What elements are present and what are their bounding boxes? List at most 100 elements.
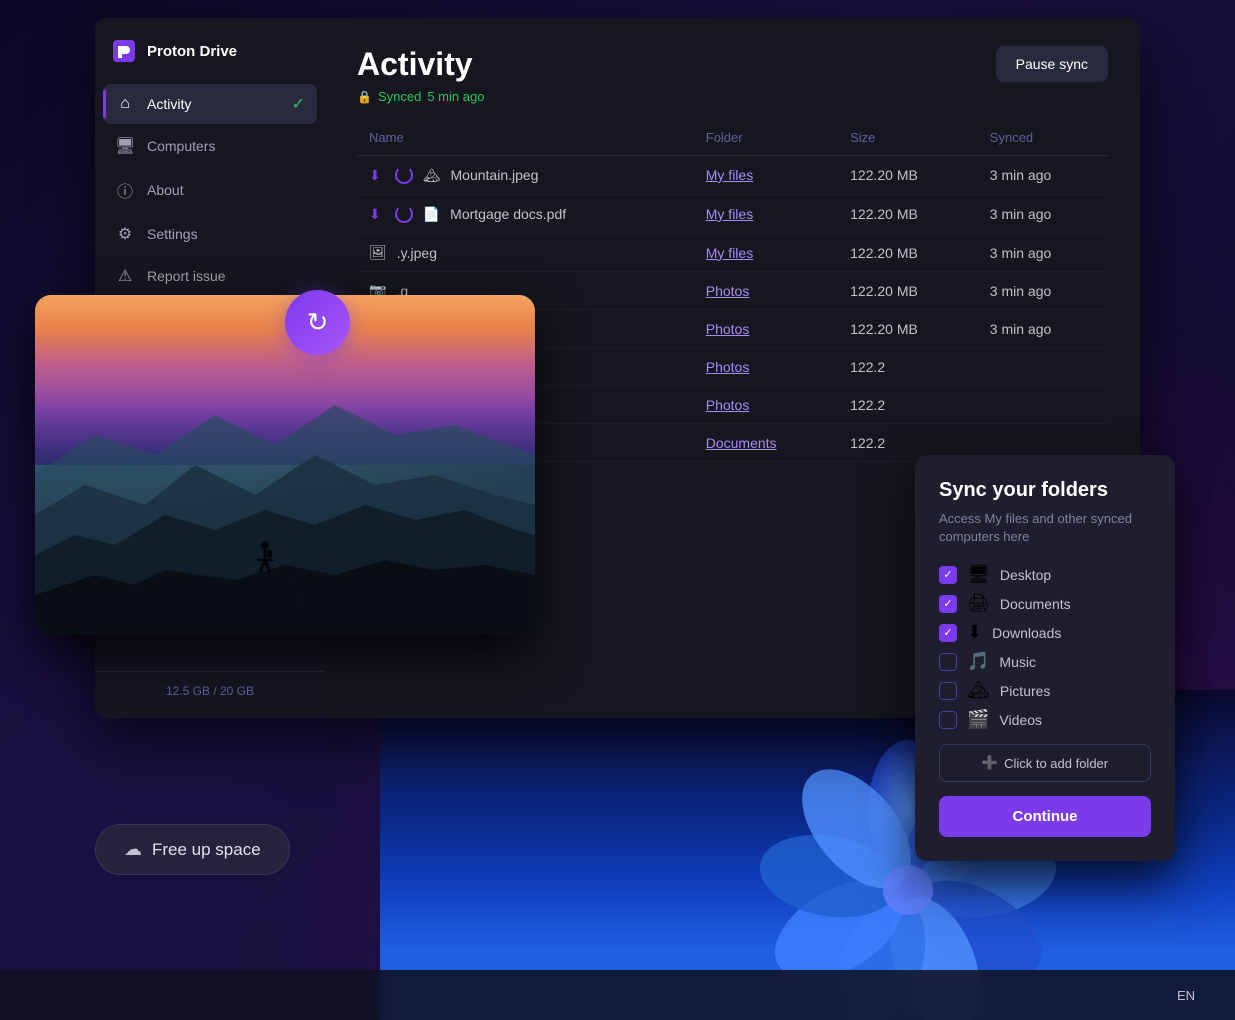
sync-popup-description: Access My files and other synced compute… xyxy=(939,510,1151,546)
file-synced: 3 min ago xyxy=(978,310,1108,348)
music-checkbox[interactable] xyxy=(939,653,957,671)
file-synced xyxy=(978,386,1108,424)
file-size: 122.20 MB xyxy=(838,234,978,272)
desktop-label: Desktop xyxy=(1000,567,1051,583)
page-title: Activity xyxy=(357,46,484,83)
download-icon: ⬇ xyxy=(369,206,381,223)
page-title-area: Activity 🔒 Synced 5 min ago xyxy=(357,46,484,104)
file-name: Mountain.jpeg xyxy=(451,167,539,183)
proton-logo-icon xyxy=(111,38,137,64)
activity-badge: ✓ xyxy=(292,94,305,114)
file-synced xyxy=(978,348,1108,386)
file-size: 122.20 MB xyxy=(838,272,978,310)
activity-label: Activity xyxy=(147,96,191,112)
documents-icon: 🖨 xyxy=(967,593,990,614)
documents-label: Documents xyxy=(1000,596,1071,612)
table-row: 🖼 .y.jpeg My files 122.20 MB 3 min ago xyxy=(357,234,1108,272)
file-icon: 📄 xyxy=(423,206,440,223)
folder-link[interactable]: Photos xyxy=(706,283,750,299)
sync-folders-popup: Sync your folders Access My files and ot… xyxy=(915,455,1175,861)
folder-link[interactable]: Photos xyxy=(706,359,750,375)
cloud-icon: ☁ xyxy=(124,839,142,860)
storage-info: 12.5 GB / 20 GB xyxy=(111,684,309,698)
pause-sync-button[interactable]: Pause sync xyxy=(996,46,1108,82)
folder-item-videos: 🎬 Videos xyxy=(939,709,1151,730)
report-label: Report issue xyxy=(147,268,226,284)
info-icon: ⓘ xyxy=(115,178,135,202)
folder-list: 🖥 Desktop 🖨 Documents ⬇ Downloads 🎵 Musi… xyxy=(939,564,1151,730)
desktop-checkbox[interactable] xyxy=(939,566,957,584)
pictures-checkbox[interactable] xyxy=(939,682,957,700)
taskbar: EN xyxy=(0,970,1235,1020)
add-folder-label: Click to add folder xyxy=(1004,756,1108,771)
computers-label: Computers xyxy=(147,138,215,154)
file-icon: 🖼 xyxy=(369,244,387,261)
downloads-checkbox[interactable] xyxy=(939,624,957,642)
pictures-label: Pictures xyxy=(1000,683,1051,699)
videos-checkbox[interactable] xyxy=(939,711,957,729)
file-size: 122.20 MB xyxy=(838,195,978,234)
folder-link[interactable]: My files xyxy=(706,167,753,183)
continue-button[interactable]: Continue xyxy=(939,796,1151,837)
folder-item-desktop: 🖥 Desktop xyxy=(939,564,1151,585)
progress-ring xyxy=(395,205,413,223)
report-icon: ⚠ xyxy=(115,266,135,286)
music-label: Music xyxy=(999,654,1036,670)
settings-label: Settings xyxy=(147,226,198,242)
file-name: .y.jpeg xyxy=(397,245,437,261)
about-label: About xyxy=(147,182,184,198)
settings-icon: ⚙ xyxy=(115,224,135,244)
content-header: Activity 🔒 Synced 5 min ago Pause sync xyxy=(357,46,1108,104)
file-size: 122.20 MB xyxy=(838,310,978,348)
file-name-cell: ⬇ 📄 Mortgage docs.pdf xyxy=(369,205,682,223)
floating-image-card xyxy=(35,295,535,635)
folder-link[interactable]: Photos xyxy=(706,321,750,337)
desktop-icon: 🖥 xyxy=(967,564,990,585)
folder-link[interactable]: Documents xyxy=(706,435,777,451)
file-synced: 3 min ago xyxy=(978,156,1108,195)
videos-label: Videos xyxy=(999,712,1042,728)
sync-status-text: Synced xyxy=(378,89,421,104)
sidebar-footer: 12.5 GB / 20 GB xyxy=(95,671,325,718)
col-synced: Synced xyxy=(978,120,1108,156)
col-name: Name xyxy=(357,120,694,156)
sidebar-item-activity[interactable]: ⌂ Activity ✓ xyxy=(103,84,317,124)
folder-item-downloads: ⬇ Downloads xyxy=(939,622,1151,643)
file-icon: 🏔 xyxy=(423,167,441,184)
downloads-icon: ⬇ xyxy=(967,622,982,643)
file-size: 122.2 xyxy=(838,348,978,386)
downloads-label: Downloads xyxy=(992,625,1061,641)
sidebar-item-about[interactable]: ⓘ About xyxy=(103,168,317,212)
col-size: Size xyxy=(838,120,978,156)
language-indicator: EN xyxy=(1177,988,1195,1003)
lock-icon: 🔒 xyxy=(357,90,372,104)
mountain-image xyxy=(35,295,535,635)
sync-icon: ↻ xyxy=(307,307,329,338)
documents-checkbox[interactable] xyxy=(939,595,957,613)
table-row: ⬇ 📄 Mortgage docs.pdf My files 122.20 MB… xyxy=(357,195,1108,234)
file-size: 122.2 xyxy=(838,386,978,424)
file-size: 122.20 MB xyxy=(838,156,978,195)
home-icon: ⌂ xyxy=(115,95,135,113)
add-folder-button[interactable]: ➕ Click to add folder xyxy=(939,744,1151,782)
file-synced: 3 min ago xyxy=(978,195,1108,234)
computer-icon: 🖥 xyxy=(115,136,135,156)
sidebar-item-computers[interactable]: 🖥 Computers xyxy=(103,126,317,166)
progress-ring xyxy=(395,166,413,184)
file-name: Mortgage docs.pdf xyxy=(450,206,566,222)
pictures-icon: 🏔 xyxy=(967,680,990,701)
sidebar-item-report[interactable]: ⚠ Report issue xyxy=(103,256,317,296)
file-name-cell: ⬇ 🏔 Mountain.jpeg xyxy=(369,166,682,184)
folder-item-music: 🎵 Music xyxy=(939,651,1151,672)
folder-item-documents: 🖨 Documents xyxy=(939,593,1151,614)
download-icon: ⬇ xyxy=(369,167,381,184)
sync-fab-button[interactable]: ↻ xyxy=(285,290,350,355)
table-row: ⬇ 🏔 Mountain.jpeg My files 122.20 MB 3 m… xyxy=(357,156,1108,195)
folder-link[interactable]: My files xyxy=(706,245,753,261)
folder-link[interactable]: Photos xyxy=(706,397,750,413)
sync-status: 🔒 Synced 5 min ago xyxy=(357,89,484,104)
app-title: Proton Drive xyxy=(147,43,237,60)
free-up-space-button[interactable]: ☁ Free up space xyxy=(95,824,290,875)
sidebar-item-settings[interactable]: ⚙ Settings xyxy=(103,214,317,254)
folder-link[interactable]: My files xyxy=(706,206,753,222)
